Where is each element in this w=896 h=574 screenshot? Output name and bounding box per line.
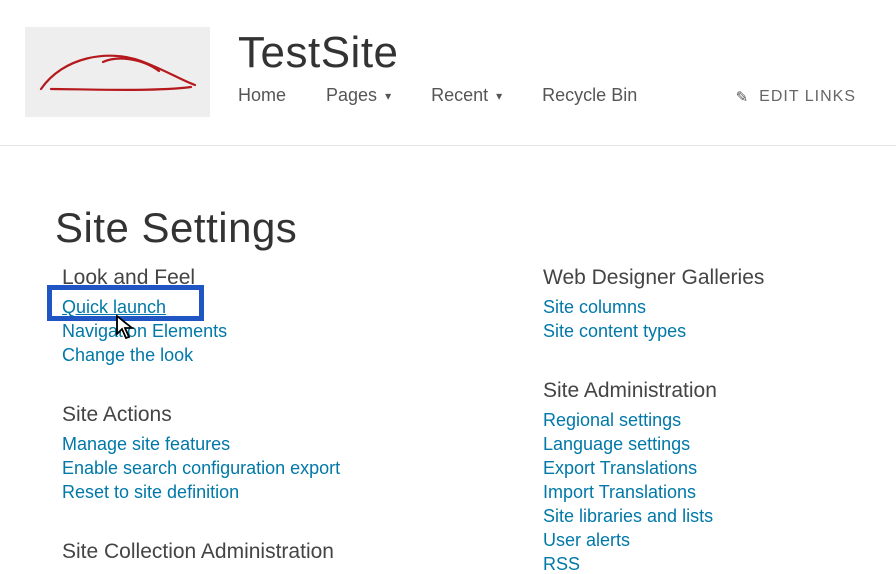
nav-recycle-label: Recycle Bin — [542, 85, 637, 106]
section-site-administration-heading: Site Administration — [543, 379, 873, 403]
top-nav: Home Pages ▾ Recent ▾ Recycle Bin — [238, 85, 677, 106]
settings-left-column: Look and Feel Quick launch Navigation El… — [62, 266, 482, 569]
link-language-settings[interactable]: Language settings — [543, 432, 873, 456]
section-look-and-feel-links: Quick launch Navigation Elements Change … — [62, 295, 482, 367]
section-web-designer-galleries-heading: Web Designer Galleries — [543, 266, 873, 290]
nav-recent[interactable]: Recent ▾ — [431, 85, 502, 106]
edit-links-button[interactable]: ✎ EDIT LINKS — [736, 88, 856, 106]
link-manage-site-features[interactable]: Manage site features — [62, 432, 482, 456]
site-banner: TestSite Home Pages ▾ Recent ▾ Recycle B… — [0, 0, 896, 146]
page-title: Site Settings — [55, 204, 297, 252]
site-title[interactable]: TestSite — [238, 28, 399, 78]
link-site-libraries-and-lists[interactable]: Site libraries and lists — [543, 504, 873, 528]
nav-recycle-bin[interactable]: Recycle Bin — [542, 85, 637, 106]
site-logo[interactable] — [25, 27, 210, 117]
link-site-content-types[interactable]: Site content types — [543, 319, 873, 343]
link-rss[interactable]: RSS — [543, 552, 873, 574]
chevron-down-icon: ▾ — [496, 89, 502, 103]
nav-recent-label: Recent — [431, 85, 488, 106]
link-site-columns[interactable]: Site columns — [543, 295, 873, 319]
section-site-actions-links: Manage site features Enable search confi… — [62, 432, 482, 504]
nav-pages-label: Pages — [326, 85, 377, 106]
nav-home-label: Home — [238, 85, 286, 106]
car-logo-icon — [33, 37, 203, 107]
edit-links-label: EDIT LINKS — [759, 88, 856, 106]
section-look-and-feel-heading: Look and Feel — [62, 266, 482, 290]
section-site-actions-heading: Site Actions — [62, 403, 482, 427]
section-site-administration-links: Regional settings Language settings Expo… — [543, 408, 873, 574]
nav-pages[interactable]: Pages ▾ — [326, 85, 391, 106]
chevron-down-icon: ▾ — [385, 89, 391, 103]
pencil-icon: ✎ — [736, 88, 750, 106]
link-reset-to-site-definition[interactable]: Reset to site definition — [62, 480, 482, 504]
link-quick-launch[interactable]: Quick launch — [62, 295, 482, 319]
link-import-translations[interactable]: Import Translations — [543, 480, 873, 504]
link-user-alerts[interactable]: User alerts — [543, 528, 873, 552]
link-export-translations[interactable]: Export Translations — [543, 456, 873, 480]
settings-right-column: Web Designer Galleries Site columns Site… — [543, 266, 873, 574]
link-navigation-elements[interactable]: Navigation Elements — [62, 319, 482, 343]
section-web-designer-galleries-links: Site columns Site content types — [543, 295, 873, 343]
link-enable-search-export[interactable]: Enable search configuration export — [62, 456, 482, 480]
section-site-collection-admin-heading: Site Collection Administration — [62, 540, 482, 564]
nav-home[interactable]: Home — [238, 85, 286, 106]
link-change-the-look[interactable]: Change the look — [62, 343, 482, 367]
link-regional-settings[interactable]: Regional settings — [543, 408, 873, 432]
